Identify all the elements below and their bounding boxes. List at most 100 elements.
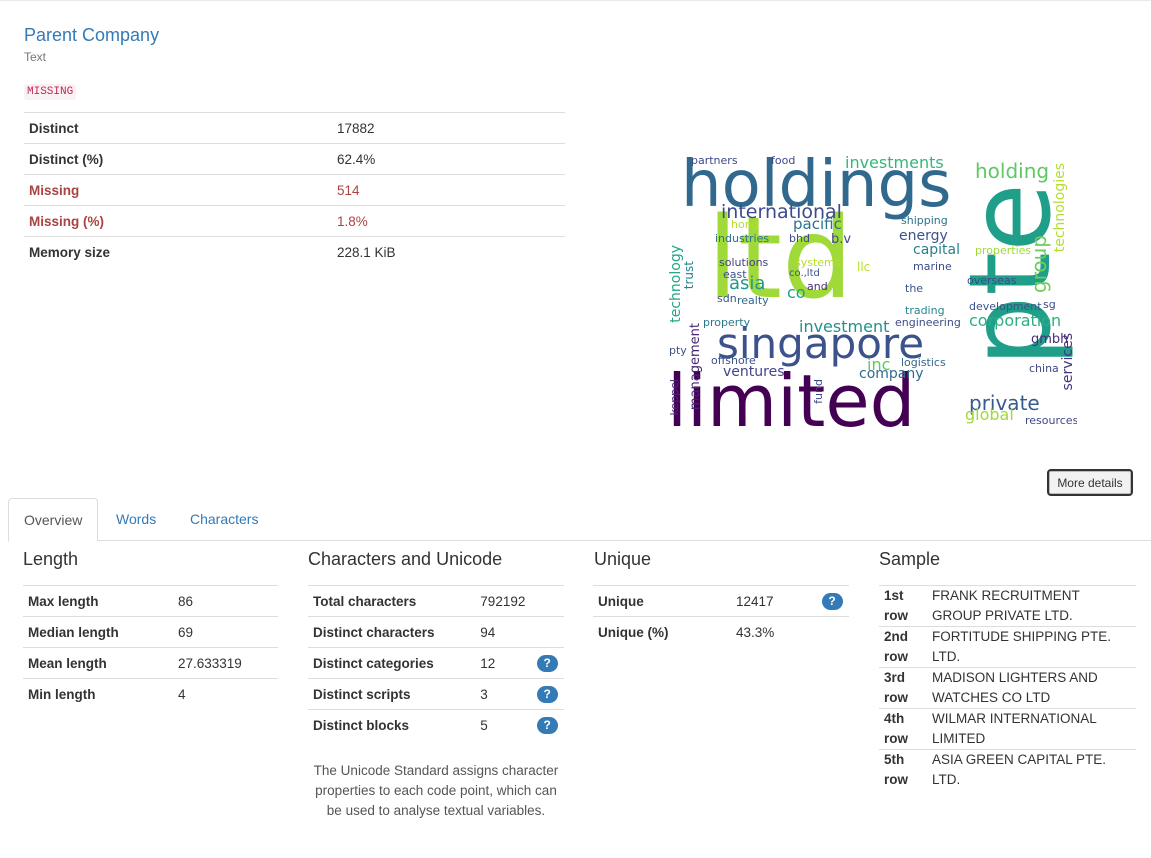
row-value: 86 [173, 585, 278, 617]
word-cloud-word: bhd [789, 232, 810, 245]
row-value: WILMAR INTERNATIONAL LIMITED [927, 708, 1136, 750]
help-icon[interactable]: ? [536, 685, 558, 703]
row-label: Unique [593, 585, 731, 617]
table-row: Max length 86 [23, 585, 278, 617]
word-cloud-word: food [771, 154, 796, 167]
word-cloud-word: sdn [717, 292, 737, 305]
row-label: 4th row [879, 708, 927, 750]
word-cloud-word: and [807, 280, 828, 293]
table-row: Distinct characters 94 [308, 616, 564, 648]
word-cloud-word: marine [913, 260, 952, 273]
row-label: 1st row [879, 585, 927, 627]
row-value: 69 [173, 616, 278, 648]
stat-label: Memory size [24, 236, 332, 267]
row-value: 94 [475, 616, 531, 648]
word-cloud-word: pacific [793, 215, 842, 233]
word-cloud-word: trading [905, 304, 945, 317]
word-cloud-word: holding [975, 159, 1050, 183]
word-cloud-word: gmbh [1031, 332, 1069, 347]
word-cloud-word: keppel [668, 379, 681, 416]
word-cloud-word: technology [668, 245, 684, 323]
help-icon[interactable]: ? [536, 716, 558, 734]
table-row: Distinct blocks 5? [308, 709, 564, 740]
table-row: Distinct scripts 3? [308, 678, 564, 710]
length-table: Max length 86 Median length 69 Mean length… [23, 585, 278, 709]
word-cloud-word: systems [795, 256, 841, 269]
row-value: 5 [475, 709, 531, 740]
word-cloud-word: capital [913, 242, 961, 258]
row-value: 3 [475, 678, 531, 710]
row-label: Distinct categories [308, 647, 476, 679]
characters-table: Total characters 792192 Distinct characte… [308, 585, 564, 740]
help-icon[interactable]: ? [536, 654, 558, 672]
row-value: ASIA GREEN CAPITAL PTE. LTD. [927, 749, 1136, 790]
table-row: 4th row WILMAR INTERNATIONAL LIMITED [879, 708, 1136, 750]
word-cloud-word: group [1027, 235, 1051, 294]
row-value: 12 [475, 647, 531, 679]
word-cloud-word: partners [691, 154, 738, 167]
word-cloud-word: investments [845, 153, 944, 172]
word-cloud-word: the [905, 282, 924, 295]
unicode-note: The Unicode Standard assigns character p… [313, 763, 559, 818]
word-cloud-word: logistics [901, 356, 946, 369]
stat-label: Missing [24, 174, 332, 206]
more-details-button[interactable]: More details [1047, 469, 1133, 496]
tab-words[interactable]: Words [101, 498, 171, 539]
table-row: Min length 4 [23, 678, 278, 709]
tab-characters[interactable]: Characters [175, 498, 273, 539]
word-cloud-word: b.v [831, 232, 852, 247]
table-row: 1st row FRANK RECRUITMENT GROUP PRIVATE L… [879, 585, 1136, 627]
word-cloud-word: resources [1025, 414, 1077, 427]
word-cloud-word: shipping [901, 214, 948, 227]
word-cloud-word: offshore [711, 354, 756, 367]
table-row: Unique (%) 43.3% [593, 616, 849, 647]
stat-label: Distinct (%) [24, 143, 332, 175]
table-row: Distinct categories 12? [308, 647, 564, 679]
word-cloud-word: management [688, 323, 703, 411]
row-label: Distinct characters [308, 616, 476, 648]
word-cloud-word: industries [715, 232, 770, 245]
sample-title: Sample [879, 549, 941, 569]
row-value: MADISON LIGHTERS AND WATCHES CO LTD [927, 667, 1136, 709]
word-cloud-word: ventures [723, 364, 785, 380]
row-label: 3rd row [879, 667, 927, 709]
tab-overview[interactable]: Overview [8, 498, 99, 542]
word-cloud-word: global [965, 405, 1014, 424]
word-cloud-word: pty [669, 344, 687, 357]
sample-table: 1st row FRANK RECRUITMENT GROUP PRIVATE L… [879, 585, 1136, 790]
word-cloud-word: co [787, 283, 806, 302]
table-row: Unique 12417? [593, 585, 849, 617]
word-cloud-image: ltd holdings limited pte singapore internatio… [667, 153, 1077, 427]
word-cloud-word: fund [812, 379, 825, 404]
stat-value: 17882 [332, 112, 565, 144]
stat-label: Distinct [24, 112, 332, 144]
table-row: Mean length 27.633319 [23, 647, 278, 679]
row-value: 43.3% [731, 616, 815, 647]
characters-title: Characters and Unicode [308, 549, 503, 569]
stat-value: 514 [332, 174, 565, 206]
word-cloud-word: engineering [895, 316, 961, 329]
word-cloud-word: east [723, 268, 747, 281]
stat-value: 62.4% [332, 143, 565, 175]
stat-label: Missing (%) [24, 205, 332, 237]
row-label: Median length [23, 616, 173, 648]
variable-title-link[interactable]: Parent Company [24, 25, 159, 46]
word-cloud-word: sg [1043, 298, 1056, 311]
word-cloud-word: investment [799, 317, 890, 336]
word-cloud-word: china [1029, 362, 1059, 375]
stats-row: Distinct (%) 62.4% [24, 143, 565, 175]
word-cloud-word: energy [899, 228, 948, 244]
word-cloud-word: technologies [1052, 163, 1068, 253]
word-cloud-word: development [969, 300, 1042, 313]
stats-row: Memory size 228.1 KiB [24, 236, 565, 267]
word-cloud-word: solutions [719, 256, 769, 269]
word-cloud-word: trust [682, 261, 696, 290]
help-icon[interactable]: ? [821, 592, 843, 610]
top-divider [0, 0, 1151, 1]
table-row: Median length 69 [23, 616, 278, 648]
row-value: 4 [173, 678, 278, 709]
row-label: Mean length [23, 647, 173, 679]
row-label: Distinct blocks [308, 709, 476, 740]
variable-stats-table: Distinct 17882 Distinct (%) 62.4% Missing 5… [24, 112, 565, 267]
table-row: 2nd row FORTITUDE SHIPPING PTE. LTD. [879, 626, 1136, 668]
